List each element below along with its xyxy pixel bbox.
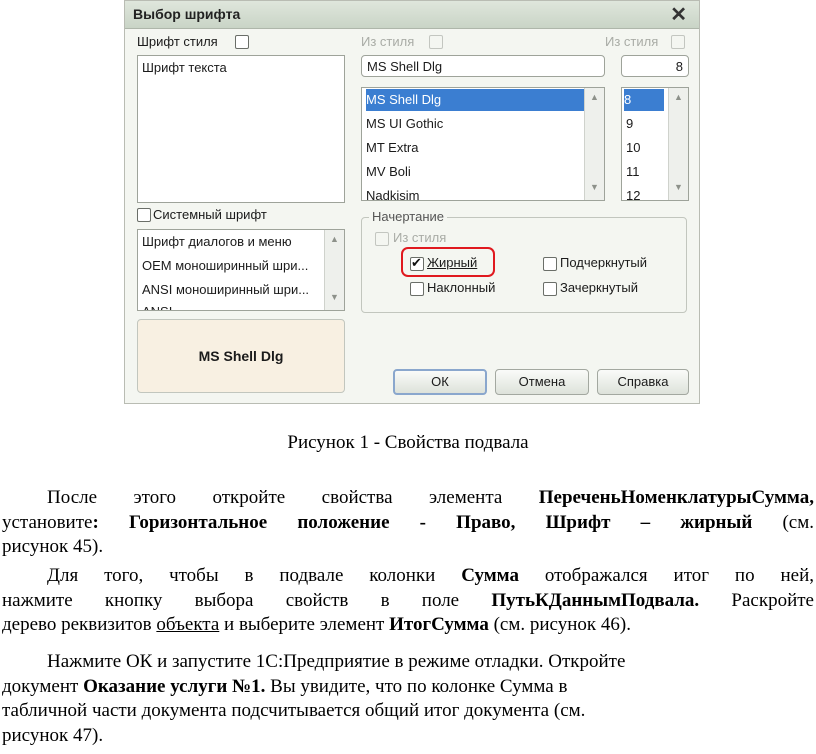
text-run: рисунок 45). <box>2 536 104 557</box>
bold-run: ПереченьНоменклатурыСумма, <box>538 487 814 508</box>
italic-checkbox[interactable] <box>410 282 424 296</box>
from-style-checkbox[interactable] <box>429 35 443 49</box>
text-line: установите: Горизонтальное положение - П… <box>2 511 814 536</box>
size-list[interactable]: 8 9 10 11 12 ▲ ▼ <box>621 87 689 201</box>
system-font-scrollbar[interactable]: ▲ ▼ <box>324 230 344 310</box>
scroll-down-icon[interactable]: ▼ <box>585 182 604 192</box>
bold-run: ИтогСумма <box>389 614 489 635</box>
text-run: табличной части документа подсчитывается… <box>2 700 586 721</box>
size-list-scrollbar[interactable]: ▲ ▼ <box>668 88 688 200</box>
scroll-up-icon[interactable]: ▲ <box>325 234 344 244</box>
text-run: и выберите элемент <box>219 614 390 635</box>
scroll-down-icon[interactable]: ▼ <box>325 292 344 302</box>
font-list-scrollbar[interactable]: ▲ ▼ <box>584 88 604 200</box>
list-item[interactable]: OEM моноширинный шри... <box>142 255 308 277</box>
text-run: дерево реквизитов <box>2 614 157 635</box>
preview-text: MS Shell Dlg <box>198 348 284 364</box>
font-list[interactable]: MS Shell Dlg MS UI Gothic MT Extra MV Bo… <box>361 87 605 201</box>
list-item[interactable]: MS Shell Dlg <box>366 89 584 111</box>
paragraph-1: После этого откройте свойства элемента П… <box>2 486 814 560</box>
list-item[interactable]: 9 <box>626 113 633 135</box>
scroll-up-icon[interactable]: ▲ <box>585 92 604 102</box>
list-item[interactable]: 11 <box>626 161 640 183</box>
text-line: рисунок 47). <box>2 724 814 749</box>
size-from-style-checkbox[interactable] <box>671 35 685 49</box>
strikeout-label: Зачеркнутый <box>560 280 638 295</box>
strikeout-checkbox[interactable] <box>543 282 557 296</box>
list-item[interactable]: 10 <box>626 137 640 159</box>
text-run: нажмите кнопку выбора свойств в поле <box>2 589 492 611</box>
cancel-button[interactable]: Отмена <box>495 369 589 395</box>
style-from-style-label: Из стиля <box>393 230 447 245</box>
system-font-checkbox[interactable] <box>137 208 151 222</box>
bold-run: Сумма <box>461 565 519 586</box>
text-line: рисунок 45). <box>2 535 814 560</box>
dialog-title: Выбор шрифта <box>133 6 241 22</box>
paragraph-3: Нажмите ОК и запустите 1С:Предприятие в … <box>2 650 814 748</box>
text-line: документ Оказание услуги №1. Вы увидите,… <box>2 675 814 700</box>
text-run: установите <box>2 511 93 533</box>
style-font-label: Шрифт стиля <box>137 34 218 49</box>
text-run: (см. <box>752 511 814 533</box>
figure-caption: Рисунок 1 - Свойства подвала <box>287 432 529 453</box>
style-font-checkbox[interactable] <box>235 35 249 49</box>
close-icon[interactable]: ✕ <box>670 2 687 27</box>
font-name-field[interactable]: MS Shell Dlg <box>361 55 605 77</box>
font-preview: MS Shell Dlg <box>137 319 345 393</box>
text-line: табличной части документа подсчитывается… <box>2 699 814 724</box>
text-line: После этого откройте свойства элемента П… <box>2 486 814 511</box>
bold-run: Оказание услуги №1. <box>83 675 266 697</box>
font-size-field[interactable]: 8 <box>621 55 689 77</box>
text-run: документ <box>2 675 84 697</box>
scroll-up-icon[interactable]: ▲ <box>669 92 688 102</box>
text-run: (см. рисунок 46). <box>488 614 631 635</box>
font-size-value: 8 <box>675 59 683 74</box>
list-item[interactable]: 8 <box>624 89 664 111</box>
highlight-ellipse <box>401 247 495 277</box>
text-run: Раскройте <box>699 589 814 611</box>
list-item[interactable]: MS UI Gothic <box>366 113 443 135</box>
list-item[interactable]: MT Extra <box>366 137 419 159</box>
scroll-down-icon[interactable]: ▼ <box>669 182 688 192</box>
text-line: нажмите кнопку выбора свойств в поле Пут… <box>2 589 814 614</box>
list-item[interactable]: ANSI моноширинный шри... <box>142 279 309 301</box>
paragraph-2: Для того, чтобы в подвале колонки Сумма … <box>2 564 814 638</box>
underline-label: Подчеркнутый <box>560 255 648 270</box>
list-item[interactable]: ANSI ... <box>142 301 187 310</box>
text-run: рисунок 47). <box>2 724 104 746</box>
list-item[interactable]: Шрифт текста <box>142 57 227 79</box>
text-run: После этого откройте свойства элемента <box>47 487 539 508</box>
from-style-label: Из стиля <box>361 34 415 49</box>
size-from-style-label: Из стиля <box>605 34 659 49</box>
ok-button[interactable]: ОК <box>393 369 487 395</box>
italic-label: Наклонный <box>427 280 496 295</box>
text-run: Для того, чтобы в подвале колонки <box>47 565 462 586</box>
list-item[interactable]: Шрифт диалогов и меню <box>142 231 292 253</box>
underlined-run: объекта <box>156 614 220 635</box>
system-font-list[interactable]: Шрифт диалогов и меню OEM моноширинный ш… <box>137 229 345 311</box>
help-button[interactable]: Справка <box>597 369 689 395</box>
font-style-group-title: Начертание <box>369 209 447 224</box>
text-run: отображался итог по ней, <box>518 565 815 586</box>
text-run: Вы увидите, что по колонке Сумма в <box>265 675 568 697</box>
text-line: Нажмите ОК и запустите 1С:Предприятие в … <box>2 650 814 675</box>
dialog-title-bar: Выбор шрифта ✕ <box>125 1 699 29</box>
list-item[interactable]: MV Boli <box>366 161 411 183</box>
text-run: Нажмите ОК и запустите 1С:Предприятие в … <box>47 651 626 672</box>
style-font-list[interactable]: Шрифт текста <box>137 55 345 203</box>
underline-checkbox[interactable] <box>543 257 557 271</box>
font-name-value: MS Shell Dlg <box>367 59 443 74</box>
bold-run: : Горизонтальное положение - Право, Шриф… <box>92 511 753 533</box>
list-item[interactable]: Nadkisim <box>366 185 419 200</box>
text-line: дерево реквизитов объекта и выберите эле… <box>2 613 814 638</box>
system-font-label: Системный шрифт <box>153 207 267 222</box>
font-dialog-screenshot: Выбор шрифта ✕ Шрифт стиля Шрифт текста … <box>124 0 700 404</box>
bold-run: ПутьКДаннымПодвала. <box>491 589 700 611</box>
list-item[interactable]: 12 <box>626 185 640 200</box>
style-from-style-checkbox[interactable] <box>375 232 389 246</box>
text-line: Для того, чтобы в подвале колонки Сумма … <box>2 564 814 589</box>
